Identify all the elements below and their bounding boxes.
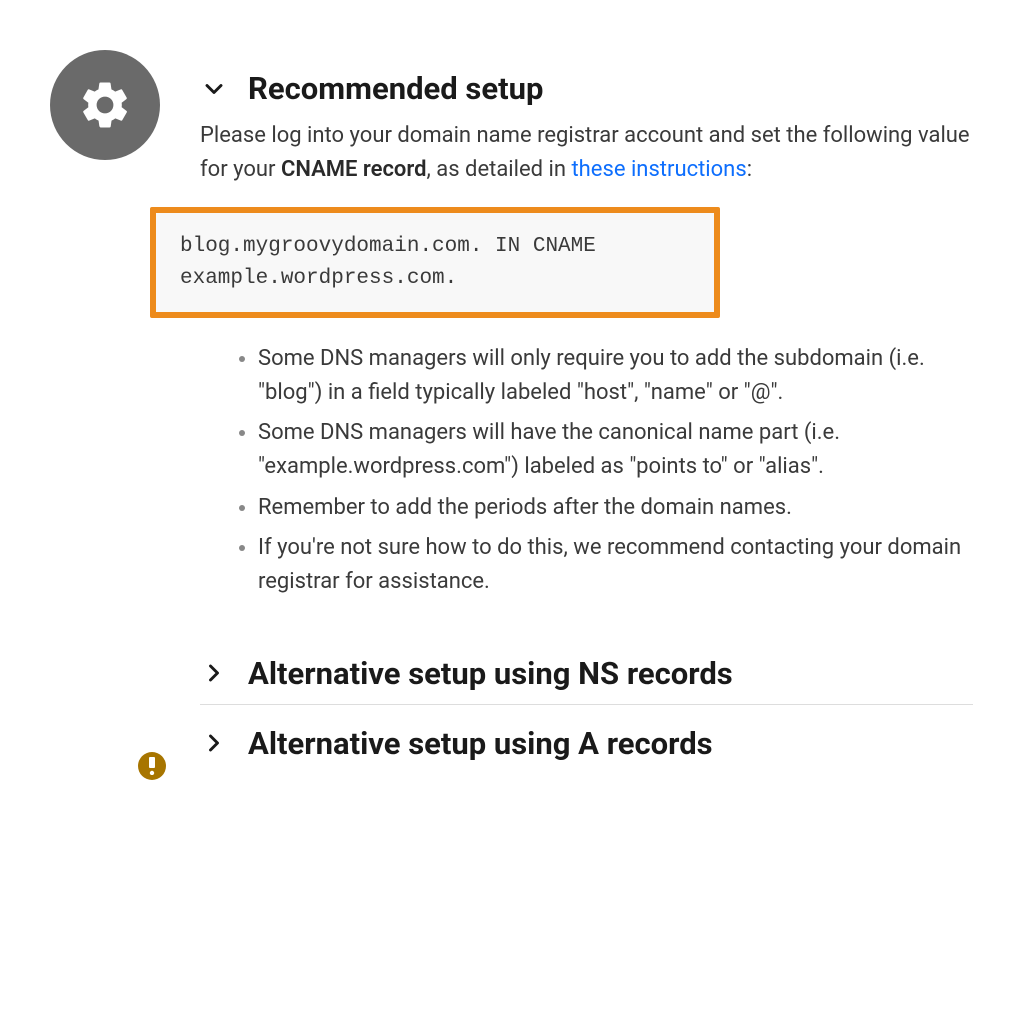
intro-text: :	[747, 157, 752, 182]
tips-list: Some DNS managers will only require you …	[200, 342, 973, 599]
section-title: Recommended setup	[248, 70, 543, 107]
chevron-right-icon	[200, 729, 228, 757]
ns-records-section: Alternative setup using NS records	[200, 655, 973, 704]
alert-icon	[138, 752, 166, 780]
recommended-setup-toggle[interactable]: Recommended setup	[200, 70, 973, 119]
cname-code-box: blog.mygroovydomain.com. IN CNAME exampl…	[150, 207, 720, 318]
instructions-link[interactable]: these instructions	[571, 157, 746, 182]
intro-paragraph: Please log into your domain name registr…	[200, 119, 973, 187]
list-item: Remember to add the periods after the do…	[258, 491, 973, 525]
chevron-right-icon	[200, 659, 228, 687]
section-title: Alternative setup using A records	[248, 725, 713, 762]
a-records-section: Alternative setup using A records	[200, 704, 973, 774]
intro-text: , as detailed in	[426, 157, 571, 182]
settings-status-icon	[50, 50, 160, 774]
code-line: example.wordpress.com.	[180, 263, 690, 295]
chevron-down-icon	[200, 75, 228, 103]
recommended-setup-section: Recommended setup Please log into your d…	[200, 70, 973, 645]
cname-bold: CNAME record	[281, 157, 427, 182]
code-line: blog.mygroovydomain.com. IN CNAME	[180, 231, 690, 263]
gear-icon	[50, 50, 160, 160]
a-records-toggle[interactable]: Alternative setup using A records	[200, 705, 973, 774]
ns-records-toggle[interactable]: Alternative setup using NS records	[200, 655, 973, 704]
section-title: Alternative setup using NS records	[248, 655, 733, 692]
list-item: Some DNS managers will have the canonica…	[258, 416, 973, 484]
list-item: If you're not sure how to do this, we re…	[258, 531, 973, 599]
list-item: Some DNS managers will only require you …	[258, 342, 973, 410]
